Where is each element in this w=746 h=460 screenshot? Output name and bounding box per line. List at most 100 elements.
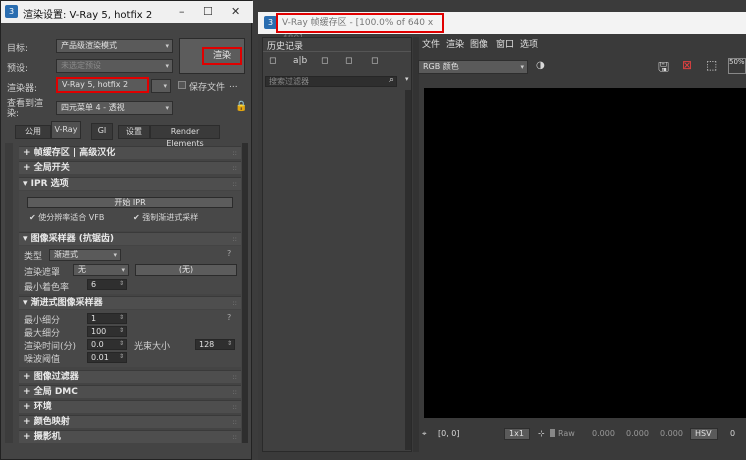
g-value: 0.000 [626, 429, 649, 438]
minimize-icon[interactable]: – [179, 5, 185, 18]
3ds-max-logo-icon: 3 [5, 5, 18, 18]
panel-splitter[interactable] [413, 37, 419, 452]
noise-threshold-label: 噪波阈值 [24, 355, 61, 365]
rollout-global-switches[interactable]: + 全局开关:: [19, 161, 241, 174]
preset-select[interactable]: 未选定预设 ▾ [56, 59, 173, 73]
ipr-panel: 开始 IPR ✔ 使分辨率适合 VFB ✔ 强制渐进式采样 [19, 191, 241, 231]
rollout-global-dmc[interactable]: + 全局 DMC:: [19, 385, 241, 398]
chevron-down-icon: ▾ [113, 251, 117, 259]
tab-settings[interactable]: 设置 [118, 125, 150, 139]
min-subdiv-input[interactable]: 1 ⇕ [87, 313, 127, 324]
save-icon[interactable]: 🖫 [658, 58, 669, 80]
region-select-icon[interactable]: ⬚ [706, 58, 717, 72]
maximize-icon[interactable]: ☐ [203, 5, 213, 18]
vfb-top-gap [258, 0, 746, 12]
chevron-down-icon: ▾ [165, 104, 169, 112]
rollout-environment[interactable]: + 环境:: [19, 400, 241, 413]
mode-label: Raw [558, 429, 575, 438]
tab-render-elements[interactable]: Render Elements [150, 125, 220, 148]
menu-file[interactable]: 文件 [422, 37, 440, 50]
rollout-image-sampler[interactable]: ▾ 图像采样器 (抗锯齿):: [19, 232, 241, 245]
ipr-force-checkbox[interactable]: ✔ 强制渐进式采样 [133, 212, 198, 223]
history-ab-icon[interactable]: a|b [293, 56, 307, 66]
ipr-fit-checkbox[interactable]: ✔ 使分辨率适合 VFB [29, 212, 104, 223]
renderer-label: 渲染器: [7, 84, 38, 94]
status-bar: ⌖ [0, 0] 1x1 ⊹ Raw 0.000 0.000 0.000 HSV… [420, 428, 746, 442]
none-button[interactable]: (无) [135, 264, 237, 276]
pick-icon[interactable]: ⌖ [422, 429, 427, 439]
close-icon[interactable]: ✕ [231, 5, 240, 18]
rollout-camera[interactable]: + 摄影机:: [19, 430, 241, 443]
renderer-select[interactable]: V-Ray 5, hotfix 2 [56, 77, 149, 93]
menu-image[interactable]: 图像 [470, 37, 488, 50]
tab-common[interactable]: 公用 [15, 125, 51, 139]
bundle-size-label: 光束大小 [134, 342, 171, 352]
render-button[interactable]: 渲染 [202, 47, 242, 65]
view-select[interactable]: 四元菜单 4 - 透视 ▾ [56, 101, 173, 115]
menu-options[interactable]: 选项 [520, 37, 538, 50]
history-load-icon[interactable]: ◻ [321, 56, 328, 66]
chevron-down-icon: ▾ [520, 63, 524, 71]
target-select[interactable]: 产品级渲染模式 ▾ [56, 39, 173, 53]
noise-threshold-input[interactable]: 0.01 ⇕ [87, 352, 127, 363]
pick-icon[interactable]: ⊹ [538, 429, 545, 438]
history-search-input[interactable]: 搜索过滤器 [265, 76, 397, 87]
rollout-progressive[interactable]: ▾ 渐进式图像采样器:: [19, 296, 241, 309]
dialog-titlebar[interactable]: 3 渲染设置: V-Ray 5, hotfix 2 – ☐ ✕ [1, 1, 253, 23]
color-wheel-icon[interactable]: ◑ [536, 60, 545, 71]
b-value: 0.000 [660, 429, 683, 438]
preset-label: 预设: [7, 64, 29, 74]
rollout-ipr[interactable]: ▾ IPR 选项:: [19, 177, 241, 190]
search-icon[interactable]: ⌕ [389, 75, 394, 85]
start-ipr-button[interactable]: 开始 IPR [27, 197, 233, 208]
render-canvas[interactable] [424, 88, 746, 418]
save-file-checkbox[interactable] [178, 81, 186, 89]
help-icon[interactable]: ? [227, 249, 231, 258]
min-shading-input[interactable]: 6 ⇕ [87, 279, 127, 290]
r-value: 0.000 [592, 429, 615, 438]
zoom-percent-icon[interactable]: 50% [728, 58, 746, 74]
rollout-frame-buffer[interactable]: + 帧缓存区 | 高级汉化:: [19, 146, 241, 159]
hsv-value: 0 [730, 429, 736, 438]
chevron-down-icon: ▾ [163, 82, 167, 90]
colorspace-select[interactable]: HSV [690, 428, 718, 440]
chevron-down-icon: ▾ [121, 266, 125, 274]
history-compare-icon[interactable]: ◻ [345, 56, 352, 66]
more-button[interactable]: ... [229, 80, 238, 90]
menu-window[interactable]: 窗口 [496, 37, 514, 50]
vfb-window: 3 V-Ray 帧缓存区 - [100.0% of 640 x 480] 历史记… [258, 0, 746, 460]
renderer-dropdown[interactable]: ▾ [151, 79, 171, 93]
max-subdiv-label: 最大细分 [24, 329, 61, 339]
history-panel: 历史记录 ◻ a|b ◻ ◻ ◻ 搜索过滤器 ⌕ ▾ [262, 37, 412, 452]
view-label: 查看到渲染: [7, 99, 44, 119]
history-scrollbar[interactable] [405, 90, 411, 450]
help-icon[interactable]: ? [227, 313, 231, 322]
lock-icon[interactable]: 🔒 [235, 101, 247, 112]
tab-vray[interactable]: V-Ray [51, 121, 81, 139]
menu-render[interactable]: 渲染 [446, 37, 464, 50]
render-settings-dialog: 3 渲染设置: V-Ray 5, hotfix 2 – ☐ ✕ 目标: 产品级渲… [0, 0, 253, 460]
rollout-color-mapping[interactable]: + 颜色映射:: [19, 415, 241, 428]
history-save-icon[interactable]: ◻ [269, 56, 276, 66]
bundle-size-input[interactable]: 128 ⇕ [195, 339, 235, 350]
render-button-frame[interactable]: 渲染 [179, 38, 245, 74]
type-select[interactable]: 渐进式 ▾ [49, 249, 121, 261]
clear-icon[interactable]: ⊠ [682, 58, 692, 72]
chevron-down-icon[interactable]: ▾ [405, 75, 409, 83]
render-mask-label: 渲染遮罩 [24, 268, 61, 278]
dialog-scrollbar[interactable] [242, 143, 248, 443]
rollout-image-filter[interactable]: + 图像过滤器:: [19, 370, 241, 383]
max-subdiv-input[interactable]: 100 ⇕ [87, 326, 127, 337]
min-shading-label: 最小着色率 [24, 283, 70, 293]
zoom-select[interactable]: 1x1 [504, 428, 530, 440]
render-time-input[interactable]: 0.0 ⇕ [87, 339, 127, 350]
chevron-down-icon: ▾ [165, 42, 169, 50]
channel-select[interactable]: RGB 颜色 ▾ [418, 60, 528, 74]
chevron-down-icon: ▾ [165, 62, 169, 70]
tab-gi[interactable]: GI [91, 123, 113, 140]
render-mask-select[interactable]: 无 ▾ [73, 264, 129, 276]
coords-readout: [0, 0] [438, 429, 460, 438]
history-delete-icon[interactable]: ◻ [371, 56, 378, 66]
vfb-titlebar[interactable]: 3 V-Ray 帧缓存区 - [100.0% of 640 x 480] [258, 12, 746, 44]
dialog-title: 渲染设置: V-Ray 5, hotfix 2 [23, 10, 153, 21]
